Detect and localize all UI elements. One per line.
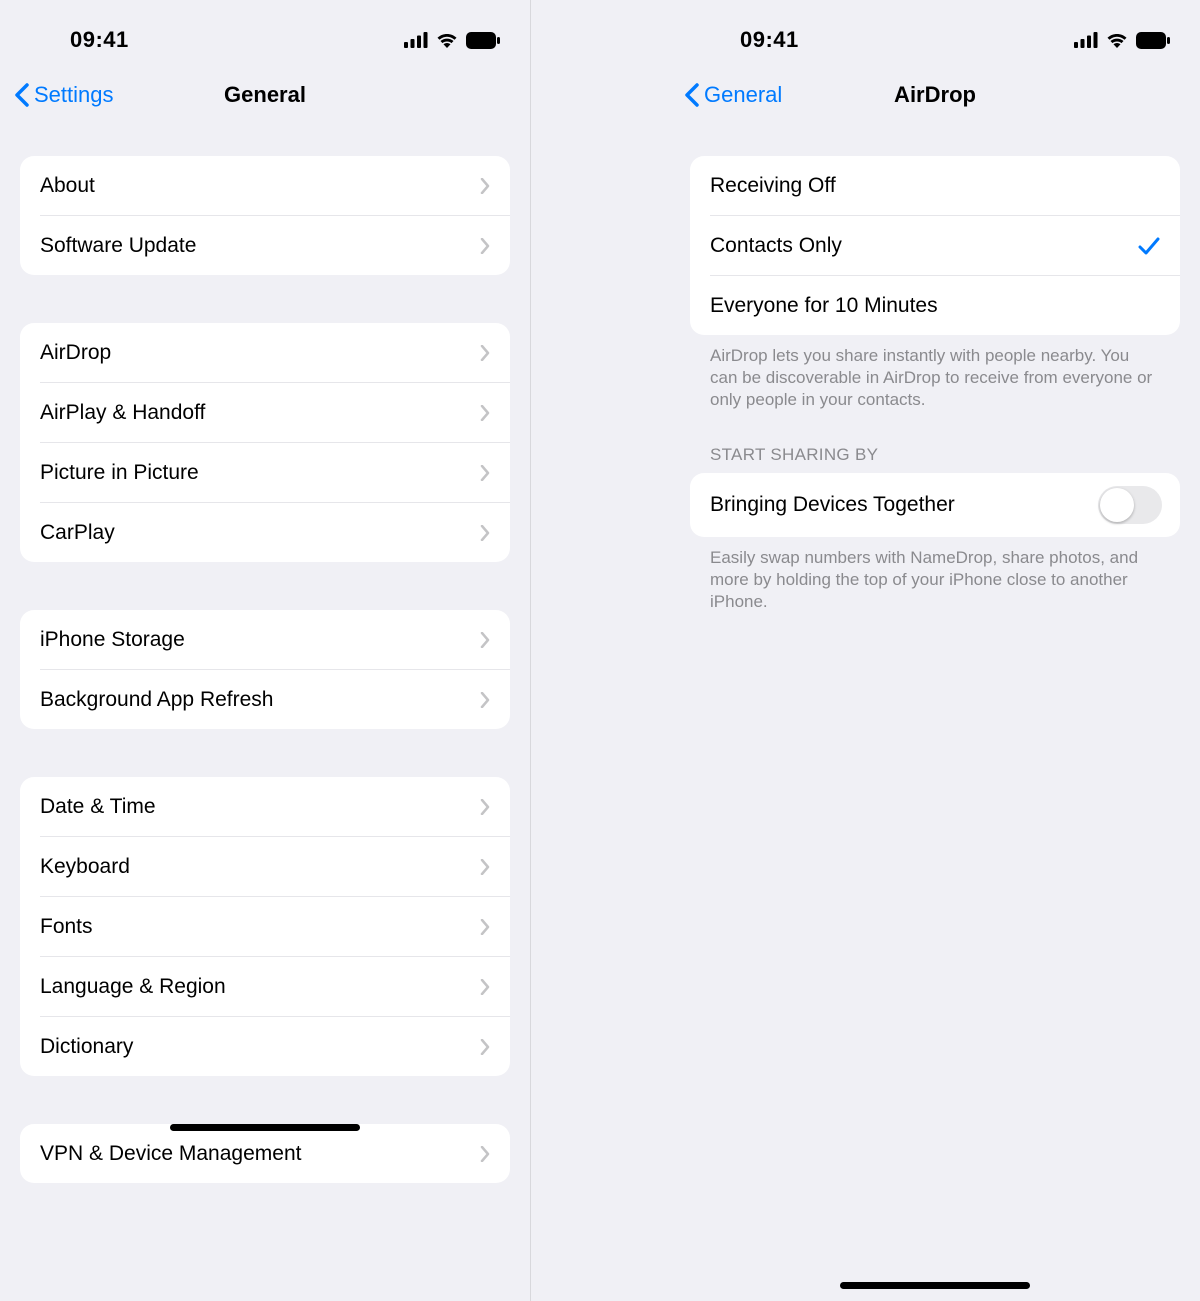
row-bringing-devices-together: Bringing Devices Together <box>690 473 1180 537</box>
status-icons <box>1074 32 1170 49</box>
row-vpn-device-management[interactable]: VPN & Device Management <box>20 1124 510 1183</box>
status-time: 09:41 <box>700 27 799 53</box>
option-everyone-10-minutes[interactable]: Everyone for 10 Minutes <box>690 276 1180 335</box>
row-keyboard[interactable]: Keyboard <box>20 837 510 896</box>
page-title: General <box>224 82 306 108</box>
back-label: General <box>704 82 782 108</box>
battery-icon <box>1136 32 1170 49</box>
row-label: Keyboard <box>40 855 130 879</box>
nav-bar: General AirDrop <box>670 70 1200 130</box>
chevron-right-icon <box>480 859 490 875</box>
chevron-right-icon <box>480 1039 490 1055</box>
row-label: iPhone Storage <box>40 628 185 652</box>
chevron-right-icon <box>480 405 490 421</box>
airdrop-content: Receiving Off Contacts Only Everyone for… <box>670 130 1200 1301</box>
settings-group: AirDrop AirPlay & Handoff Picture in Pic… <box>20 323 510 562</box>
row-airplay-handoff[interactable]: AirPlay & Handoff <box>20 383 510 442</box>
airdrop-options-group: Receiving Off Contacts Only Everyone for… <box>690 156 1180 335</box>
wifi-icon <box>436 32 458 48</box>
chevron-left-icon <box>684 83 700 107</box>
sharing-footer-text: Easily swap numbers with NameDrop, share… <box>690 537 1180 613</box>
option-label: Receiving Off <box>710 174 836 198</box>
row-label: About <box>40 174 95 198</box>
row-label: Picture in Picture <box>40 461 199 485</box>
row-background-app-refresh[interactable]: Background App Refresh <box>20 670 510 729</box>
chevron-right-icon <box>480 465 490 481</box>
page-title: AirDrop <box>894 82 976 108</box>
chevron-right-icon <box>480 799 490 815</box>
cellular-icon <box>404 32 428 48</box>
airdrop-footer-text: AirDrop lets you share instantly with pe… <box>690 335 1180 411</box>
row-label: Background App Refresh <box>40 688 273 712</box>
back-label: Settings <box>34 82 114 108</box>
general-settings-screen: 09:41 Settings General About Software Up… <box>0 0 530 1301</box>
row-label: VPN & Device Management <box>40 1142 301 1166</box>
row-about[interactable]: About <box>20 156 510 215</box>
wifi-icon <box>1106 32 1128 48</box>
row-label: AirDrop <box>40 341 111 365</box>
row-label: Date & Time <box>40 795 156 819</box>
back-button-general[interactable]: General <box>684 82 782 108</box>
row-iphone-storage[interactable]: iPhone Storage <box>20 610 510 669</box>
toggle-label: Bringing Devices Together <box>710 493 955 517</box>
settings-group: iPhone Storage Background App Refresh <box>20 610 510 729</box>
settings-group: VPN & Device Management <box>20 1124 510 1183</box>
toggle-knob <box>1100 488 1134 522</box>
home-indicator[interactable] <box>170 1124 360 1131</box>
sharing-header: START SHARING BY <box>690 411 1180 473</box>
chevron-left-icon <box>14 83 30 107</box>
status-bar: 09:41 <box>0 0 530 70</box>
airdrop-settings-screen: 09:41 General AirDrop Receiving Off Cont… <box>670 0 1200 1301</box>
nav-bar: Settings General <box>0 70 530 130</box>
option-label: Everyone for 10 Minutes <box>710 294 938 318</box>
chevron-right-icon <box>480 919 490 935</box>
chevron-right-icon <box>480 345 490 361</box>
option-receiving-off[interactable]: Receiving Off <box>690 156 1180 215</box>
chevron-right-icon <box>480 692 490 708</box>
battery-icon <box>466 32 500 49</box>
row-carplay[interactable]: CarPlay <box>20 503 510 562</box>
row-label: Language & Region <box>40 975 226 999</box>
bringing-devices-toggle[interactable] <box>1098 486 1162 524</box>
back-button-settings[interactable]: Settings <box>14 82 114 108</box>
row-label: Dictionary <box>40 1035 133 1059</box>
status-icons <box>404 32 500 49</box>
home-indicator[interactable] <box>840 1282 1030 1289</box>
settings-group: About Software Update <box>20 156 510 275</box>
chevron-right-icon <box>480 632 490 648</box>
cellular-icon <box>1074 32 1098 48</box>
row-software-update[interactable]: Software Update <box>20 216 510 275</box>
chevron-right-icon <box>480 178 490 194</box>
status-time: 09:41 <box>30 27 129 53</box>
status-bar: 09:41 <box>670 0 1200 70</box>
chevron-right-icon <box>480 979 490 995</box>
sharing-group: Bringing Devices Together <box>690 473 1180 537</box>
row-airdrop[interactable]: AirDrop <box>20 323 510 382</box>
option-contacts-only[interactable]: Contacts Only <box>690 216 1180 275</box>
row-label: Software Update <box>40 234 196 258</box>
row-label: AirPlay & Handoff <box>40 401 205 425</box>
option-label: Contacts Only <box>710 234 842 258</box>
row-fonts[interactable]: Fonts <box>20 897 510 956</box>
row-date-time[interactable]: Date & Time <box>20 777 510 836</box>
screen-divider <box>530 0 531 1301</box>
settings-group: Date & Time Keyboard Fonts Language & Re… <box>20 777 510 1076</box>
row-picture-in-picture[interactable]: Picture in Picture <box>20 443 510 502</box>
row-language-region[interactable]: Language & Region <box>20 957 510 1016</box>
chevron-right-icon <box>480 525 490 541</box>
check-icon <box>1138 236 1160 256</box>
chevron-right-icon <box>480 238 490 254</box>
row-label: Fonts <box>40 915 93 939</box>
chevron-right-icon <box>480 1146 490 1162</box>
row-dictionary[interactable]: Dictionary <box>20 1017 510 1076</box>
row-label: CarPlay <box>40 521 115 545</box>
